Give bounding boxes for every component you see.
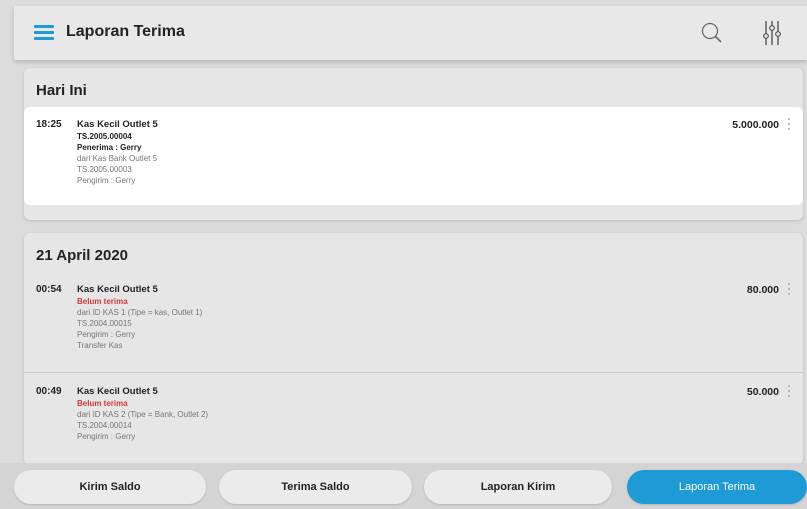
entry-receiver: Penerima : Gerry [77, 143, 142, 152]
menu-icon[interactable] [34, 25, 54, 41]
status-badge: Belum terima [77, 297, 128, 306]
status-badge: Belum terima [77, 399, 128, 408]
more-vert-icon[interactable] [787, 118, 791, 132]
entry-time: 18:25 [36, 119, 62, 130]
more-vert-icon[interactable] [787, 283, 791, 297]
more-vert-icon[interactable] [787, 385, 791, 399]
entry-ref: TS.2004.00014 [77, 421, 132, 430]
divider [24, 372, 803, 373]
list-item[interactable]: 00:49 Kas Kecil Outlet 5 Belum terima da… [24, 374, 803, 465]
tab-terima-saldo[interactable]: Terima Saldo [219, 470, 412, 504]
search-icon[interactable] [701, 22, 723, 44]
tab-laporan-kirim[interactable]: Laporan Kirim [424, 470, 612, 504]
bottom-tab-bar: Kirim Saldo Terima Saldo Laporan Kirim L… [0, 463, 807, 509]
list-item[interactable]: 18:25 Kas Kecil Outlet 5 TS.2005.00004 P… [24, 107, 803, 205]
filter-icon[interactable] [761, 19, 783, 47]
page-title: Laporan Terima [66, 23, 185, 40]
entry-name: Kas Kecil Outlet 5 [77, 386, 158, 397]
section-card-date: 21 April 2020 00:54 Kas Kecil Outlet 5 B… [24, 233, 803, 465]
entry-amount: 50.000 [746, 386, 779, 398]
entry-source-ref: TS.2005.00003 [77, 165, 132, 174]
entry-time: 00:49 [36, 386, 62, 397]
section-card-today: Hari Ini 18:25 Kas Kecil Outlet 5 TS.200… [24, 68, 803, 220]
tab-laporan-terima[interactable]: Laporan Terima [627, 470, 807, 504]
entry-name: Kas Kecil Outlet 5 [77, 119, 158, 130]
entry-sender: Pengirim : Gerry [77, 432, 136, 441]
entry-sender: Pengirim : Gerry [77, 330, 136, 339]
entry-ref: TS.2004.00015 [77, 319, 132, 328]
entry-time: 00:54 [36, 284, 62, 295]
section-title: Hari Ini [36, 82, 87, 99]
entry-source: dari ID KAS 2 (Tipe = Bank, Outlet 2) [77, 410, 209, 419]
entry-amount: 5.000.000 [732, 119, 779, 131]
entry-source: dari ID KAS 1 (Tipe = kas, Outlet 1) [77, 308, 203, 317]
list-item[interactable]: 00:54 Kas Kecil Outlet 5 Belum terima da… [24, 272, 803, 372]
entry-ref: TS.2005.00004 [77, 132, 132, 141]
entry-sender: Pengirim : Gerry [77, 176, 136, 185]
entry-name: Kas Kecil Outlet 5 [77, 284, 158, 295]
section-title: 21 April 2020 [36, 247, 128, 264]
app-bar: Laporan Terima [14, 6, 807, 60]
entry-source: dari Kas Bank Outlet 5 [77, 154, 158, 163]
tab-kirim-saldo[interactable]: Kirim Saldo [14, 470, 206, 504]
entry-note: Transfer Kas [77, 341, 123, 350]
entry-amount: 80.000 [746, 284, 779, 296]
